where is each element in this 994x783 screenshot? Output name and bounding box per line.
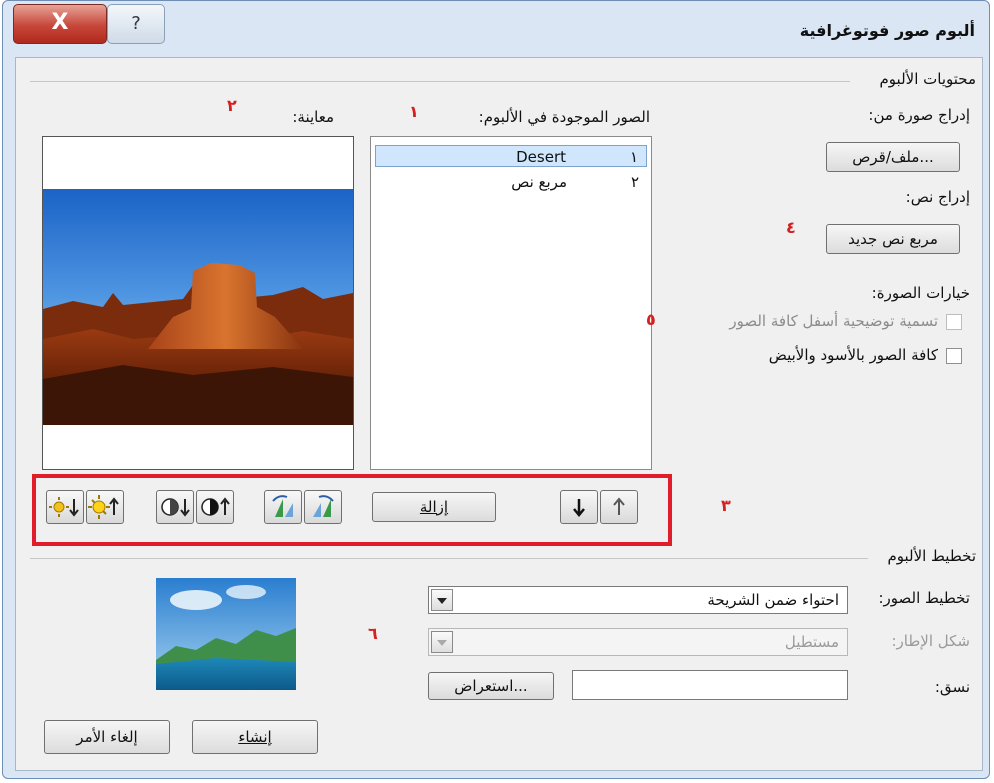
remove-button[interactable]: إزالة xyxy=(372,492,496,522)
move-up-button[interactable] xyxy=(600,490,638,524)
list-item-name: Desert xyxy=(516,148,566,166)
dialog-body: محتويات الألبوم إدراج صورة من: ملف/قرص..… xyxy=(15,57,983,771)
title-bar: X ? ألبوم صور فوتوغرافية xyxy=(3,1,989,57)
callout-number: ١ xyxy=(409,102,419,121)
contrast-down-button[interactable] xyxy=(156,490,194,524)
frame-shape-value: مستطيل xyxy=(784,633,839,651)
captions-option-label: تسمية توضيحية أسفل كافة الصور xyxy=(729,312,938,330)
album-layout-group-label: تخطيط الألبوم xyxy=(881,547,982,565)
list-item-name: مربع نص xyxy=(511,173,567,191)
file-disk-button[interactable]: ملف/قرص... xyxy=(826,142,960,172)
contrast-up-icon xyxy=(201,497,230,516)
new-textbox-button[interactable]: مربع نص جديد xyxy=(826,224,960,254)
list-item[interactable]: ١ Desert xyxy=(375,145,647,167)
desert-preview-image xyxy=(43,189,353,425)
brightness-up-icon xyxy=(88,495,119,519)
album-pictures-list[interactable]: ١ Desert ٢ مربع نص xyxy=(370,136,652,470)
cancel-button[interactable]: إلغاء الأمر xyxy=(44,720,170,754)
list-item[interactable]: ٢ مربع نص xyxy=(375,171,647,193)
move-down-button[interactable] xyxy=(560,490,598,524)
rotate-left-icon xyxy=(272,495,293,517)
chevron-down-icon[interactable] xyxy=(431,631,453,653)
callout-number: ٤ xyxy=(786,218,796,237)
list-item-index: ٢ xyxy=(630,173,639,191)
brightness-down-button[interactable] xyxy=(46,490,84,524)
rotate-left-button[interactable] xyxy=(264,490,302,524)
picture-layout-select[interactable]: احتواء ضمن الشريحة xyxy=(428,586,848,614)
insert-text-label: إدراج نص: xyxy=(905,188,970,206)
theme-label: نسق: xyxy=(934,678,970,696)
callout-number: ٣ xyxy=(721,496,731,515)
album-contents-group-label: محتويات الألبوم xyxy=(873,70,982,88)
picture-options-label: خيارات الصورة: xyxy=(871,284,970,302)
black-white-checkbox[interactable] xyxy=(946,348,962,364)
contrast-up-button[interactable] xyxy=(196,490,234,524)
preview-pane xyxy=(42,136,354,470)
theme-input[interactable] xyxy=(572,670,848,700)
photo-album-dialog: X ? ألبوم صور فوتوغرافية محتويات الألبوم… xyxy=(2,0,990,779)
callout-number: ٦ xyxy=(368,624,378,643)
arrow-up-icon xyxy=(613,497,625,515)
help-icon: ? xyxy=(131,13,141,34)
black-white-option-label: كافة الصور بالأسود والأبيض xyxy=(768,346,938,364)
brightness-up-button[interactable] xyxy=(86,490,124,524)
list-item-index: ١ xyxy=(629,148,638,166)
frame-shape-select[interactable]: مستطيل xyxy=(428,628,848,656)
callout-number: ٢ xyxy=(227,96,237,115)
close-button[interactable]: X xyxy=(13,4,107,44)
picture-layout-value: احتواء ضمن الشريحة xyxy=(707,591,839,609)
preview-label: معاينة: xyxy=(292,108,334,126)
frame-shape-label: شكل الإطار: xyxy=(891,632,970,650)
rotate-right-button[interactable] xyxy=(304,490,342,524)
close-icon: X xyxy=(51,10,69,35)
callout-number: ٥ xyxy=(646,310,656,329)
dialog-title: ألبوم صور فوتوغرافية xyxy=(799,21,975,40)
arrow-down-icon xyxy=(573,499,585,517)
help-button[interactable]: ? xyxy=(107,4,165,44)
captions-checkbox[interactable] xyxy=(946,314,962,330)
group-separator xyxy=(30,81,850,82)
picture-layout-label: تخطيط الصور: xyxy=(878,589,971,607)
rotate-right-icon xyxy=(313,495,334,517)
browse-button[interactable]: استعراض... xyxy=(428,672,554,700)
layout-preview-image xyxy=(156,578,296,690)
pictures-in-album-label: الصور الموجودة في الألبوم: xyxy=(478,108,650,126)
insert-picture-label: إدراج صورة من: xyxy=(868,106,970,124)
contrast-down-icon xyxy=(161,498,190,517)
group-separator xyxy=(30,558,868,559)
create-button[interactable]: إنشاء xyxy=(192,720,318,754)
brightness-down-icon xyxy=(49,497,79,517)
chevron-down-icon[interactable] xyxy=(431,589,453,611)
